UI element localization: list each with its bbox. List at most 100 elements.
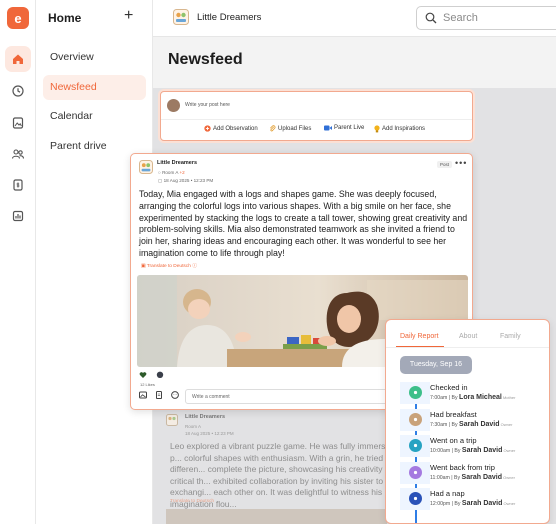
document-icon[interactable] xyxy=(155,391,163,399)
event-time: 7:00am | xyxy=(430,395,452,401)
page-title: Newsfeed xyxy=(168,51,243,68)
post-date: 18 Aug 2025 • 12:23 PM xyxy=(185,431,234,436)
lightbulb-icon xyxy=(374,125,380,133)
comment-icon[interactable] xyxy=(156,371,164,379)
event-time: 10:00am | xyxy=(430,448,455,454)
timeline-event[interactable]: Went back from trip 11:00am | By Sarah Da… xyxy=(400,461,549,487)
parent-live-label: Parent Live xyxy=(334,125,365,131)
post-composer[interactable]: Write your post here Add Observation Upl… xyxy=(160,91,473,141)
nav-item-calendar[interactable]: Calendar xyxy=(43,104,146,129)
more-rooms-badge[interactable]: +2 xyxy=(179,170,184,175)
nav-item-newsfeed[interactable]: Newsfeed xyxy=(43,75,146,100)
timeline-event[interactable]: Had breakfast 7:30am | By Sarah David Own… xyxy=(400,408,549,434)
event-meta: 12:00pm | By Sarah David Owner xyxy=(430,500,515,507)
app-logo-icon[interactable]: e xyxy=(7,7,29,29)
add-icon[interactable]: + xyxy=(124,7,133,25)
event-role: Owner xyxy=(502,448,516,453)
event-meta: 7:00am | By Lora Micheal Mother xyxy=(430,394,515,401)
event-title: Had a nap xyxy=(430,489,465,498)
nav-item-overview[interactable]: Overview xyxy=(43,45,146,70)
upload-files-button[interactable]: Upload Files xyxy=(269,125,311,132)
reports-icon[interactable] xyxy=(5,203,31,229)
calendar-icon: ▢ xyxy=(158,178,163,183)
billing-icon[interactable] xyxy=(5,172,31,198)
more-options-icon[interactable]: ••• xyxy=(455,158,467,168)
add-observation-label: Add Observation xyxy=(213,125,258,132)
translate-link[interactable]: ▣ Translate to Deutsch ⓘ xyxy=(141,262,197,269)
top-bar: Little Dreamers Search xyxy=(153,0,556,37)
image-icon[interactable] xyxy=(139,391,147,399)
event-role: Owner xyxy=(499,421,513,427)
upload-files-label: Upload Files xyxy=(278,125,312,132)
emoji-icon[interactable] xyxy=(171,391,179,399)
timeline-event[interactable]: Went on a trip 10:00am | By Sarah David O… xyxy=(400,435,549,460)
likes-count: 12 Likes xyxy=(140,382,155,387)
event-time: 12:00pm | xyxy=(430,501,455,507)
tab-about[interactable]: About xyxy=(459,333,477,340)
trip-icon xyxy=(409,439,422,452)
event-by: By xyxy=(454,474,462,481)
timeline-event[interactable]: Checked in 7:00am | By Lora Micheal Mothe… xyxy=(400,382,549,407)
post-room: Room A xyxy=(185,424,202,429)
info-icon: ⓘ xyxy=(192,264,198,269)
translate-label: Translate to Deutsch xyxy=(146,264,191,269)
event-person: Sarah David xyxy=(459,420,500,428)
gallery-icon[interactable] xyxy=(5,110,31,136)
translate-icon: ▣ xyxy=(141,264,146,269)
timeline-event[interactable]: Had a nap 12:00pm | By Sarah David Owner xyxy=(400,488,549,513)
users-icon[interactable] xyxy=(5,141,31,167)
tab-family[interactable]: Family xyxy=(500,333,521,340)
event-by: By xyxy=(454,501,462,507)
parent-live-button[interactable]: Parent Live xyxy=(324,125,364,131)
school-logo-icon xyxy=(139,160,153,174)
post-date: ▢ 18 Aug 2025 • 12:23 PM xyxy=(158,178,213,184)
post-type-badge: Post xyxy=(437,161,453,168)
event-meta: 11:00am | By Sarah David Owner xyxy=(430,474,515,481)
post-date-text: 18 Aug 2025 • 12:23 PM xyxy=(163,178,214,183)
event-meta: 10:00am | By Sarah David Owner xyxy=(430,447,515,454)
event-meta: 7:30am | By Sarah David Owner xyxy=(430,421,512,428)
add-inspirations-label: Add Inspirations xyxy=(382,126,426,132)
school-name: Little Dreamers xyxy=(197,12,262,23)
event-title: Went on a trip xyxy=(430,436,477,445)
translate-link: Translate to Deutsch xyxy=(170,499,215,504)
event-by: By xyxy=(451,395,460,401)
nav-title: Home xyxy=(48,11,82,25)
clock-icon[interactable] xyxy=(5,78,31,104)
event-title: Checked in xyxy=(430,383,468,392)
post-photo xyxy=(166,509,387,524)
divider xyxy=(386,347,549,348)
event-time: 11:00am | xyxy=(430,474,455,481)
add-inspirations-button[interactable]: Add Inspirations xyxy=(374,125,425,133)
search-input[interactable]: Search xyxy=(416,6,556,30)
post-body: Today, Mia engaged with a logs and shape… xyxy=(139,189,468,258)
home-icon[interactable] xyxy=(5,46,31,72)
add-observation-button[interactable]: Add Observation xyxy=(204,125,258,132)
faded-post-card: Little Dreamers Room A 18 Aug 2025 • 12:… xyxy=(154,410,404,524)
heart-icon[interactable] xyxy=(139,371,147,379)
search-icon xyxy=(425,12,437,24)
composer-input[interactable]: Write your post here xyxy=(185,102,230,108)
reaction-bar xyxy=(139,371,164,379)
event-title: Had breakfast xyxy=(430,409,477,419)
room-icon: ○ xyxy=(158,170,161,175)
event-by: By xyxy=(454,448,462,454)
event-person: Lora Micheal xyxy=(459,394,502,401)
plus-circle-icon xyxy=(204,125,211,132)
check-in-icon xyxy=(409,386,422,399)
school-logo-icon xyxy=(173,9,189,25)
event-person: Sarah David xyxy=(461,500,503,507)
return-trip-icon xyxy=(409,465,422,479)
post-school-name: Little Dreamers xyxy=(185,414,226,420)
search-placeholder: Search xyxy=(443,12,478,24)
tab-daily-report[interactable]: Daily Report xyxy=(400,333,439,340)
event-role: Owner xyxy=(502,501,516,506)
date-selector[interactable]: Tuesday, Sep 16 xyxy=(400,356,472,374)
video-camera-icon xyxy=(324,125,332,131)
post-school-name: Little Dreamers xyxy=(157,160,198,166)
event-person: Sarah David xyxy=(461,447,503,454)
daily-report-panel: Daily Report About Family Tuesday, Sep 1… xyxy=(385,319,550,524)
breakfast-icon xyxy=(409,412,422,426)
event-role: Owner xyxy=(502,474,515,480)
event-by: By xyxy=(451,421,460,428)
